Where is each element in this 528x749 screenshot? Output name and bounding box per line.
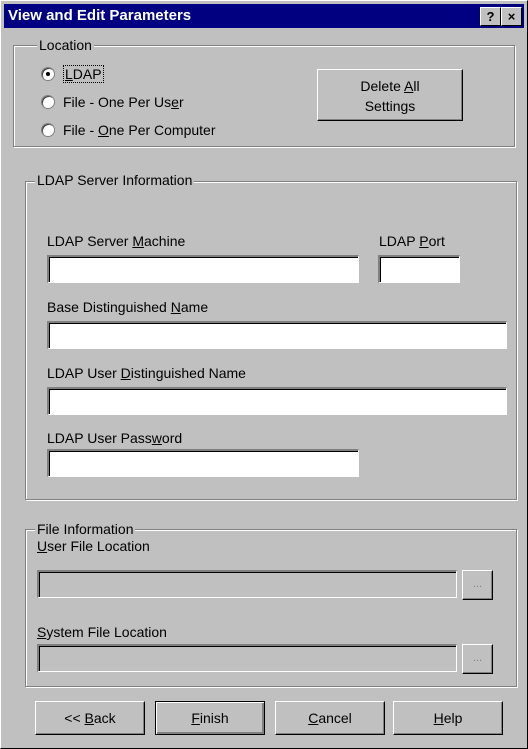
help-title-button[interactable]: ? (480, 7, 501, 26)
ldap-port-input[interactable] (378, 255, 460, 283)
cancel-button[interactable]: Cancel (275, 701, 385, 735)
radio-file-per-computer-label: File - One Per Computer (63, 122, 216, 138)
ldap-machine-input[interactable] (47, 255, 359, 283)
ldap-legend: LDAP Server Information (35, 172, 195, 188)
help-button[interactable]: Help (393, 701, 503, 735)
radio-file-per-user-label: File - One Per User (63, 94, 184, 110)
system-file-input[interactable] (37, 644, 457, 672)
radio-file-per-user-indicator[interactable] (41, 95, 55, 109)
radio-file-per-computer-indicator[interactable] (41, 123, 55, 137)
base-dn-label: Base Distinguished Name (47, 299, 209, 315)
location-legend: Location (37, 37, 94, 53)
window-title: View and Edit Parameters (8, 7, 192, 24)
radio-ldap[interactable]: LDAP (41, 64, 104, 84)
title-bar: View and Edit Parameters ? × (4, 4, 524, 28)
radio-ldap-label: LDAP (63, 65, 104, 83)
password-label: LDAP User Password (47, 430, 183, 446)
user-dn-input[interactable] (47, 387, 507, 415)
file-legend: File Information (35, 521, 136, 537)
back-button[interactable]: << Back (35, 701, 145, 735)
radio-file-per-computer[interactable]: File - One Per Computer (41, 120, 216, 140)
user-file-input[interactable] (37, 570, 457, 598)
user-file-label: User File Location (37, 538, 150, 554)
radio-ldap-indicator[interactable] (41, 67, 55, 81)
system-file-label: System File Location (37, 624, 167, 640)
delete-all-settings-button[interactable]: Delete All Settings (317, 69, 463, 121)
ldap-machine-label: LDAP Server Machine (47, 233, 186, 249)
radio-file-per-user[interactable]: File - One Per User (41, 92, 184, 112)
user-dn-label: LDAP User Distinguished Name (47, 365, 246, 381)
user-file-browse-button[interactable]: ... (462, 570, 493, 600)
close-title-button[interactable]: × (501, 7, 522, 26)
finish-button[interactable]: Finish (155, 701, 265, 735)
ldap-port-label: LDAP Port (379, 233, 445, 249)
dialog-window: View and Edit Parameters ? × Location LD… (0, 0, 528, 749)
system-file-browse-button[interactable]: ... (462, 644, 493, 674)
base-dn-input[interactable] (47, 321, 507, 349)
password-input[interactable] (47, 449, 359, 477)
